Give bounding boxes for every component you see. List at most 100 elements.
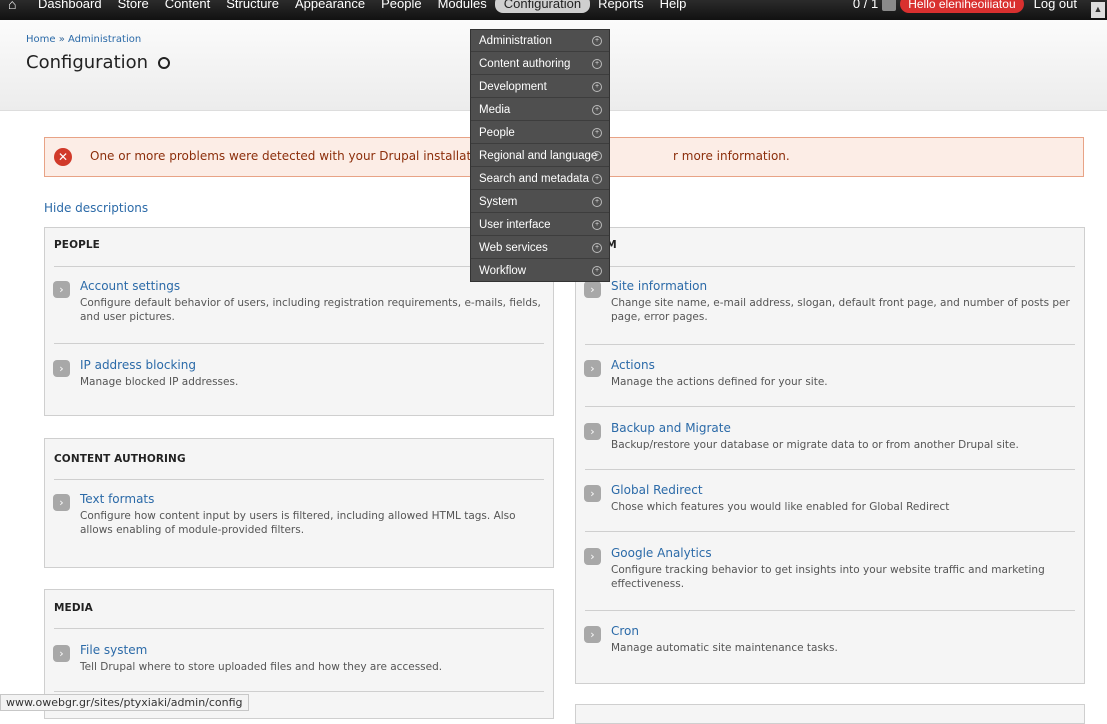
dropdown-item-label: User interface: [479, 219, 551, 231]
menu-appearance[interactable]: Appearance: [287, 0, 373, 13]
item-description: Configure how content input by users is …: [80, 510, 516, 536]
divider: [585, 610, 1075, 611]
dropdown-item-label: Workflow: [479, 265, 527, 277]
logout-link[interactable]: Log out: [1034, 0, 1077, 13]
expand-icon: +: [592, 151, 602, 161]
dropdown-item-label: Content authoring: [479, 58, 571, 70]
hide-descriptions-link[interactable]: Hide descriptions: [44, 201, 148, 215]
chevron-right-icon: ›: [53, 360, 70, 377]
account-settings-link[interactable]: Account settings: [80, 279, 180, 293]
chevron-right-icon: ›: [53, 645, 70, 662]
expand-icon: +: [592, 197, 602, 207]
dropdown-item-web-services[interactable]: Web services +: [471, 237, 609, 259]
divider: [54, 479, 544, 480]
expand-icon: +: [592, 59, 602, 69]
dropdown-item-label: Regional and language: [479, 150, 598, 162]
global-redirect-link[interactable]: Global Redirect: [611, 483, 703, 497]
ip-address-blocking-link[interactable]: IP address blocking: [80, 358, 196, 372]
toolbar-count: 0 / 1: [852, 0, 879, 11]
dropdown-item-label: Web services: [479, 242, 548, 254]
toolbar-menu: Dashboard Store Content Structure Appear…: [30, 0, 694, 13]
dropdown-item-system[interactable]: System +: [471, 191, 609, 213]
hello-user-link[interactable]: Hello eleniheoiiiatou: [900, 0, 1024, 13]
menu-help[interactable]: Help: [652, 0, 695, 13]
dropdown-item-label: People: [479, 127, 515, 139]
chevron-right-icon: ›: [584, 360, 601, 377]
item-description: Configure default behavior of users, inc…: [80, 297, 541, 323]
menu-store[interactable]: Store: [110, 0, 157, 13]
expand-icon: +: [592, 36, 602, 46]
menu-reports[interactable]: Reports: [590, 0, 652, 13]
scroll-up-arrow-icon[interactable]: ▲: [1091, 2, 1105, 18]
breadcrumb: Home » Administration: [26, 34, 141, 45]
chevron-right-icon: ›: [584, 281, 601, 298]
shortcut-icon[interactable]: [158, 57, 171, 69]
chevron-right-icon: ›: [584, 485, 601, 502]
expand-icon: +: [592, 220, 602, 230]
dropdown-item-label: System: [479, 196, 518, 208]
expand-icon: +: [592, 243, 602, 253]
google-analytics-link[interactable]: Google Analytics: [611, 546, 712, 560]
admin-toolbar: ⌂ Dashboard Store Content Structure Appe…: [0, 0, 1107, 20]
breadcrumb-administration[interactable]: Administration: [68, 34, 141, 45]
dropdown-item-workflow[interactable]: Workflow +: [471, 260, 609, 282]
divider: [54, 691, 544, 692]
item-description: Configure tracking behavior to get insig…: [611, 564, 1045, 590]
dropdown-item-people[interactable]: People +: [471, 122, 609, 144]
file-system-link[interactable]: File system: [80, 643, 147, 657]
error-message-text: One or more problems were detected with …: [90, 149, 506, 163]
breadcrumb-home[interactable]: Home: [26, 34, 56, 45]
divider: [54, 628, 544, 629]
configuration-dropdown-menu: Administration + Content authoring + Devel…: [470, 29, 610, 282]
chevron-right-icon: ›: [53, 494, 70, 511]
expand-icon: +: [592, 82, 602, 92]
error-message-text-end: r more information.: [673, 149, 790, 163]
dropdown-item-content-authoring[interactable]: Content authoring +: [471, 53, 609, 75]
expand-icon: +: [592, 105, 602, 115]
chevron-right-icon: ›: [584, 626, 601, 643]
cron-link[interactable]: Cron: [611, 624, 639, 638]
expand-icon: +: [592, 266, 602, 276]
dropdown-item-label: Development: [479, 81, 547, 93]
dropdown-item-administration[interactable]: Administration +: [471, 30, 609, 52]
browser-status-url: www.owebgr.gr/sites/ptyxiaki/admin/confi…: [0, 694, 249, 711]
dropdown-item-search-and-metadata[interactable]: Search and metadata +: [471, 168, 609, 190]
page-title: Configuration: [26, 52, 171, 73]
dropdown-item-label: Administration: [479, 35, 552, 47]
menu-configuration[interactable]: Configuration: [494, 0, 591, 13]
chevron-right-icon: ›: [584, 423, 601, 440]
text-formats-link[interactable]: Text formats: [80, 492, 154, 506]
panel-title: CONTENT AUTHORING: [54, 453, 186, 465]
expand-icon: +: [592, 128, 602, 138]
actions-link[interactable]: Actions: [611, 358, 655, 372]
menu-people[interactable]: People: [373, 0, 429, 13]
avatar: [882, 0, 897, 11]
item-description: Manage the actions defined for your site…: [611, 376, 828, 388]
divider: [585, 344, 1075, 345]
toolbar-user: 0 / 1 Hello eleniheoiiiatou Log out: [853, 0, 1077, 13]
item-description: Manage automatic site maintenance tasks.: [611, 642, 838, 654]
chevron-right-icon: ›: [584, 548, 601, 565]
menu-dashboard[interactable]: Dashboard: [30, 0, 110, 13]
dropdown-item-media[interactable]: Media +: [471, 99, 609, 121]
panel-title: PEOPLE: [54, 239, 100, 251]
panel-next: [575, 704, 1085, 724]
menu-modules[interactable]: Modules: [430, 0, 495, 13]
panel-content-authoring: CONTENT AUTHORING › Text formats Configu…: [44, 438, 554, 568]
menu-structure[interactable]: Structure: [218, 0, 287, 13]
menu-content[interactable]: Content: [157, 0, 219, 13]
site-information-link[interactable]: Site information: [611, 279, 707, 293]
item-description: Chose which features you would like enab…: [611, 501, 950, 513]
item-description: Change site name, e-mail address, slogan…: [611, 297, 1070, 323]
dropdown-item-development[interactable]: Development +: [471, 76, 609, 98]
divider: [585, 406, 1075, 407]
divider: [54, 343, 544, 344]
chevron-right-icon: ›: [53, 281, 70, 298]
backup-and-migrate-link[interactable]: Backup and Migrate: [611, 421, 731, 435]
divider: [585, 531, 1075, 532]
dropdown-item-user-interface[interactable]: User interface +: [471, 214, 609, 236]
dropdown-item-regional-and-language[interactable]: Regional and language +: [471, 145, 609, 167]
dropdown-item-label: Search and metadata: [479, 173, 589, 185]
expand-icon: +: [592, 174, 602, 184]
home-icon[interactable]: ⌂: [8, 0, 16, 12]
